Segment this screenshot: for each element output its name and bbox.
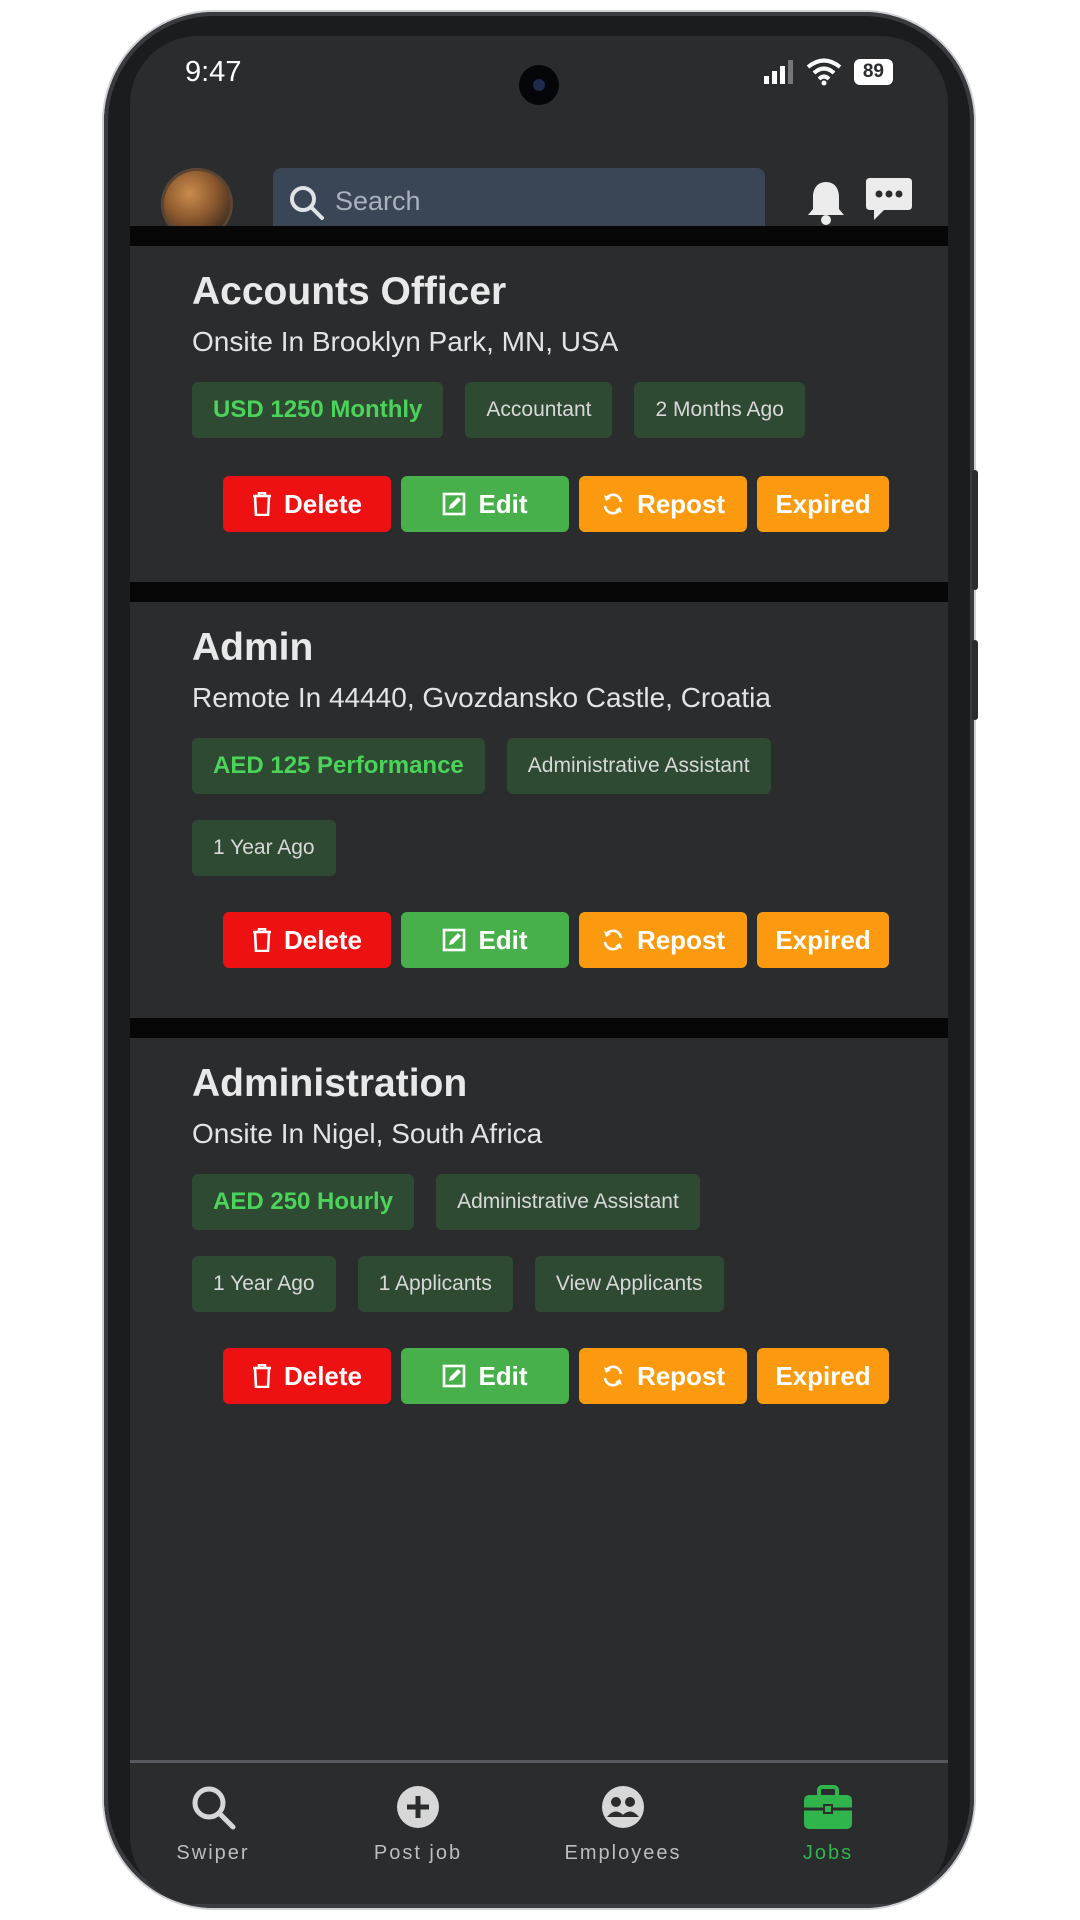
job-actions: Delete Edit Repost Expired	[223, 476, 889, 532]
trash-icon	[252, 928, 271, 952]
salary-chip: AED 250 Hourly	[192, 1174, 415, 1230]
job-tags-row-2: 1 Year Ago 1 Applicants View Applicants	[192, 1256, 724, 1312]
nav-label: Jobs	[802, 1842, 854, 1864]
divider	[130, 1018, 948, 1038]
job-actions: Delete Edit Repost Expired	[223, 1348, 889, 1404]
job-tags-row-2: 1 Year Ago	[192, 820, 336, 876]
job-location: Onsite In Brooklyn Park, MN, USA	[192, 326, 619, 357]
edit-button[interactable]: Edit	[401, 476, 569, 532]
job-title: Accounts Officer	[192, 270, 507, 313]
refresh-icon	[603, 1365, 623, 1387]
expired-button[interactable]: Expired	[757, 912, 889, 968]
category-chip: Accountant	[465, 382, 613, 438]
expired-button[interactable]: Expired	[757, 1348, 889, 1404]
delete-button[interactable]: Delete	[223, 1348, 391, 1404]
nav-label: Employees	[564, 1842, 682, 1864]
battery-indicator: 89	[853, 59, 893, 85]
volume-button	[972, 470, 978, 590]
job-location: Remote In 44440, Gvozdansko Castle, Croa…	[192, 682, 771, 713]
nav-employees[interactable]: Employees	[543, 1783, 703, 1865]
delete-label: Delete	[283, 1360, 363, 1391]
plus-circle-icon	[397, 1786, 439, 1828]
job-actions: Delete Edit Repost Expired	[223, 912, 889, 968]
search-placeholder: Search	[335, 186, 421, 216]
refresh-icon	[603, 493, 623, 515]
edit-label: Edit	[478, 924, 528, 955]
expired-button[interactable]: Expired	[757, 476, 889, 532]
category-chip: Administrative Assistant	[436, 1174, 700, 1230]
job-title: Administration	[192, 1062, 468, 1105]
nav-jobs[interactable]: Jobs	[748, 1783, 908, 1865]
front-camera	[519, 65, 559, 105]
repost-button[interactable]: Repost	[579, 912, 747, 968]
search-icon	[192, 1786, 236, 1830]
nav-post-job[interactable]: Post job	[338, 1783, 498, 1865]
posted-chip: 1 Year Ago	[192, 1256, 336, 1312]
edit-label: Edit	[478, 488, 528, 519]
wifi-icon	[806, 58, 842, 86]
repost-label: Repost	[636, 1360, 726, 1391]
posted-chip: 1 Year Ago	[192, 820, 336, 876]
delete-label: Delete	[283, 488, 363, 519]
divider	[130, 582, 948, 602]
expired-label: Expired	[775, 488, 871, 519]
repost-label: Repost	[636, 924, 726, 955]
repost-button[interactable]: Repost	[579, 476, 747, 532]
salary-chip: USD 1250 Monthly	[192, 382, 444, 438]
category-chip: Administrative Assistant	[506, 738, 771, 794]
posted-chip: 2 Months Ago	[634, 382, 805, 438]
nav-label: Post job	[373, 1842, 463, 1864]
trash-icon	[252, 1364, 271, 1388]
edit-label: Edit	[478, 1360, 528, 1391]
expired-label: Expired	[775, 1360, 871, 1391]
search-icon	[290, 186, 324, 220]
repost-label: Repost	[636, 488, 726, 519]
notification-bell-icon[interactable]	[806, 178, 846, 226]
chat-icon[interactable]	[864, 176, 914, 222]
divider	[130, 226, 948, 246]
refresh-icon	[603, 929, 623, 951]
job-location: Onsite In Nigel, South Africa	[192, 1118, 543, 1149]
edit-icon	[443, 492, 466, 516]
edit-button[interactable]: Edit	[401, 1348, 569, 1404]
job-title: Admin	[192, 626, 314, 669]
job-card[interactable]: Accounts Officer Onsite In Brooklyn Park…	[130, 246, 948, 582]
applicants-count-chip: 1 Applicants	[357, 1256, 513, 1312]
job-tags: AED 250 Hourly Administrative Assistant	[192, 1174, 700, 1230]
job-tags: USD 1250 Monthly Accountant 2 Months Ago	[192, 382, 805, 438]
status-icons: 89	[762, 58, 893, 86]
briefcase-icon	[804, 1785, 852, 1829]
salary-chip: AED 125 Performance	[192, 738, 485, 794]
delete-button[interactable]: Delete	[223, 912, 391, 968]
signal-icon	[763, 60, 793, 84]
power-button	[972, 640, 978, 720]
bottom-nav: Swiper Post job Employees Jobs	[130, 1760, 948, 1904]
edit-button[interactable]: Edit	[401, 912, 569, 968]
repost-button[interactable]: Repost	[579, 1348, 747, 1404]
job-card[interactable]: Administration Onsite In Nigel, South Af…	[130, 1038, 948, 1458]
expired-label: Expired	[775, 924, 871, 955]
nav-swiper[interactable]: Swiper	[133, 1783, 293, 1865]
job-tags: AED 125 Performance Administrative Assis…	[192, 738, 771, 794]
delete-label: Delete	[283, 924, 363, 955]
edit-icon	[443, 928, 466, 952]
edit-icon	[443, 1364, 466, 1388]
delete-button[interactable]: Delete	[223, 476, 391, 532]
clock: 9:47	[185, 56, 242, 88]
users-icon	[602, 1786, 644, 1828]
job-card[interactable]: Admin Remote In 44440, Gvozdansko Castle…	[130, 602, 948, 1018]
nav-label: Swiper	[176, 1842, 250, 1864]
app-screen: 9:47 89 Search Accounts Officer Onsite I…	[130, 36, 948, 1904]
status-bar: 9:47 89	[130, 36, 948, 136]
view-applicants-button[interactable]: View Applicants	[534, 1256, 724, 1312]
trash-icon	[252, 492, 271, 516]
